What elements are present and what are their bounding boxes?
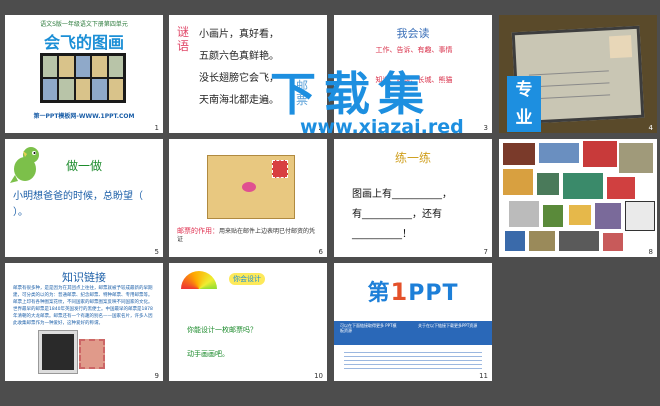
- riddle-line: 五颜六色真鲜艳。: [199, 51, 279, 62]
- envelope-image: [207, 155, 295, 219]
- article-text: 邮票有很多种，是是因为在其团点上往往，邮票就被予较成最新的早期建，可分类的以的为…: [13, 286, 153, 326]
- slide-number: 5: [154, 248, 159, 256]
- slide-title: 做一做: [65, 159, 102, 173]
- prompt-line: 你能设计一枚邮票吗？: [187, 326, 257, 334]
- logo-text: PPT: [408, 281, 459, 306]
- slide-number: 6: [318, 248, 323, 256]
- slide-thumbnail-7[interactable]: 练一练 图画上有__________， 有__________，还有 _____…: [334, 139, 492, 257]
- slide-number: 4: [648, 124, 653, 132]
- rainbow-icon: [181, 271, 217, 289]
- slide-number: 2: [318, 124, 323, 132]
- stamp-image: [79, 339, 105, 369]
- slide-number: 9: [154, 372, 159, 380]
- exercise-text: 小明想爸爸的时候，总盼望（ ）。: [13, 191, 143, 218]
- logo-mark: [242, 182, 256, 192]
- slide-thumbnail-6[interactable]: 邮票的作用：用来贴在邮件上边表明已付邮资的凭证 6: [169, 139, 327, 257]
- brand-logo: 第1PPT: [334, 275, 492, 307]
- riddle-line: 小画片，真好看，: [199, 29, 279, 40]
- slide-thumbnail-1[interactable]: 语文S版一年级语文下册第四单元 会飞的图画 第一PPT模板网-WWW.1PPT.…: [5, 15, 163, 133]
- stamp-collage-image: [499, 139, 657, 257]
- vocab-line: 知道、建筑、长城、熊猫: [375, 76, 453, 84]
- riddle-line: 没长翅膀它会飞，: [199, 73, 279, 84]
- footer-text: 第一PPT模板网-WWW.1PPT.COM: [33, 113, 135, 120]
- slide-thumbnail-3[interactable]: 我会读 工作、告诉、有趣、事情 知道、建筑、长城、熊猫 3: [334, 15, 492, 133]
- penny-black-stamp-image: [39, 331, 77, 373]
- slide-thumbnail-10[interactable]: 你会设计 你能设计一枚邮票吗？ 动手画画吧。 10: [169, 263, 327, 381]
- riddle-label: 谜语: [177, 25, 190, 53]
- slide-thumbnail-5[interactable]: 做一做 小明想爸爸的时候，总盼望（ ）。 5: [5, 139, 163, 257]
- slide-thumbnail-8[interactable]: 8: [499, 139, 657, 257]
- exercise-line: 图画上有__________，: [352, 189, 452, 200]
- exercise-line: __________！: [352, 229, 412, 240]
- logo-text: 第: [367, 281, 391, 306]
- slide-thumbnail-4[interactable]: 4: [499, 15, 657, 133]
- logo-number: 1: [390, 278, 409, 306]
- info-band: 可以在下面链接取得更多 PPT模板资源 关于在以下链接下载更多PPT资源: [334, 321, 492, 345]
- slide-title: 知识链接: [62, 271, 106, 284]
- vocab-line: 工作、告诉、有趣、事情: [375, 46, 453, 54]
- band-text: 关于在以下链接下载更多PPT资源: [418, 323, 478, 328]
- stamp-sheet-image: [40, 53, 126, 103]
- slide-number: 11: [479, 372, 488, 380]
- prompt-line: 动手画画吧。: [187, 350, 229, 358]
- slide-thumbnail-2[interactable]: 谜语 小画片，真好看， 五颜六色真鲜艳。 没长翅膀它会飞， 天南海北都走遍。 邮…: [169, 15, 327, 133]
- envelope-photo: [511, 25, 645, 125]
- slide-number: 1: [154, 124, 159, 132]
- slide-title: 练一练: [394, 151, 431, 165]
- riddle-answer: 邮票: [296, 79, 309, 107]
- stamp-image: [609, 35, 633, 59]
- stamp-image: [272, 160, 288, 178]
- caption: 邮票的作用：用来贴在邮件上边表明已付邮资的凭证: [177, 227, 317, 244]
- riddle-line: 天南海北都走遍。: [199, 95, 279, 106]
- slide-title: 我会读: [396, 27, 430, 40]
- band-text: 可以在下面链接取得更多 PPT模板资源: [340, 323, 397, 333]
- slide-number: 10: [314, 372, 323, 380]
- slide-title: 会飞的图画: [43, 33, 124, 52]
- exercise-line: 有__________，还有: [352, 209, 442, 220]
- slide-number: 7: [483, 248, 488, 256]
- caption-label: 邮票的作用：: [177, 227, 219, 235]
- link-list: [344, 349, 482, 371]
- slide-thumbnail-11[interactable]: 第1PPT 可以在下面链接取得更多 PPT模板资源 关于在以下链接下载更多PPT…: [334, 263, 492, 381]
- slide-number: 8: [648, 248, 653, 256]
- slide-thumbnail-9[interactable]: 知识链接 邮票有很多种，是是因为在其团点上往往，邮票就被予较成最新的早期建，可分…: [5, 263, 163, 381]
- slide-number: 3: [483, 124, 488, 132]
- subtitle: 语文S版一年级语文下册第四单元: [40, 21, 128, 28]
- section-tag: 你会设计: [229, 273, 265, 285]
